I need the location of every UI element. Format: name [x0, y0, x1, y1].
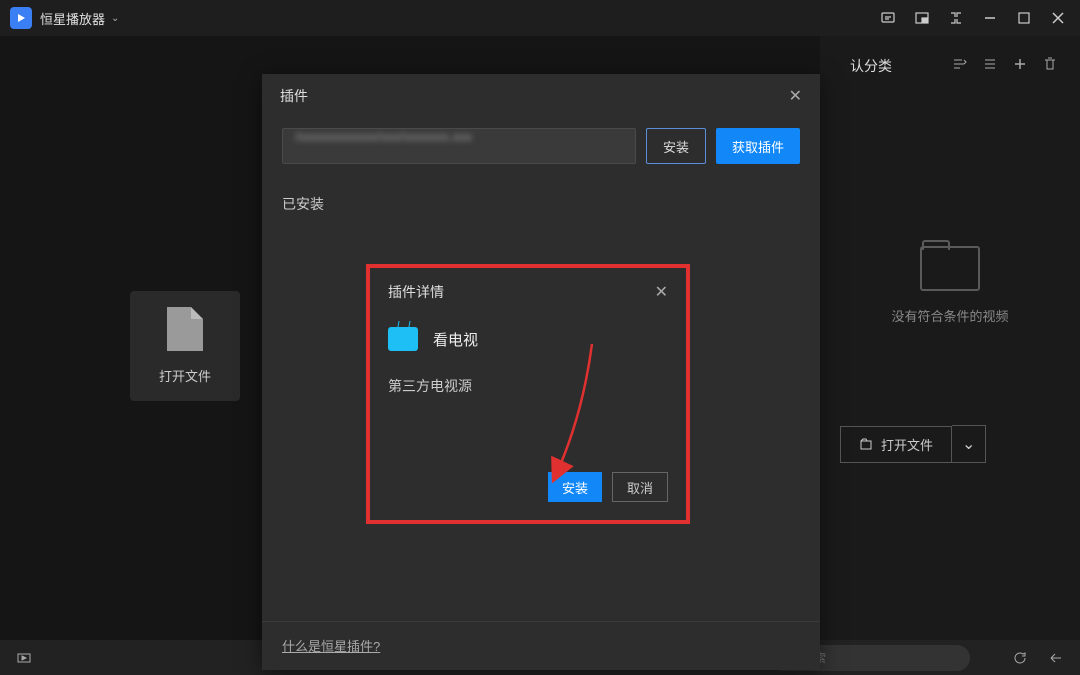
close-icon[interactable] [1046, 6, 1070, 30]
open-file-label: 打开文件 [159, 366, 211, 385]
open-file-button-group: 打开文件 ⌄ [840, 425, 1060, 463]
detail-close-icon[interactable]: ✕ [655, 282, 668, 302]
modal-close-icon[interactable]: ✕ [789, 86, 802, 106]
plugin-modal: 插件 ✕ /xxxxxxxxxxxx/xxx/xxxxxxx.xxx 安装 获取… [262, 74, 820, 670]
delete-icon[interactable] [1042, 56, 1060, 74]
detail-title: 插件详情 [388, 282, 444, 302]
compact-icon[interactable] [944, 6, 968, 30]
app-title: 恒星播放器 [40, 9, 105, 28]
plugin-name: 看电视 [433, 329, 478, 350]
pip-icon[interactable] [910, 6, 934, 30]
folder-icon [920, 246, 980, 291]
minimize-icon[interactable] [978, 6, 1002, 30]
app-dropdown-icon[interactable]: ⌄ [111, 13, 119, 24]
open-file-dropdown[interactable]: ⌄ [952, 425, 986, 463]
feedback-icon[interactable] [876, 6, 900, 30]
right-panel: 认分类 没有符合条件的视频 打开文件 ⌄ [820, 36, 1080, 640]
open-file-tile[interactable]: 打开文件 [130, 291, 240, 401]
add-icon[interactable] [1012, 56, 1030, 74]
file-icon [167, 307, 203, 351]
titlebar: 恒星播放器 ⌄ [0, 0, 1080, 36]
open-file-button[interactable]: 打开文件 [840, 426, 952, 463]
plugin-detail-dialog: 插件详情 ✕ 看电视 第三方电视源 安装 取消 [366, 264, 690, 524]
expand-icon[interactable] [1047, 649, 1065, 667]
main-area: 打开文件 认分类 没有符合条件的视频 打开文件 ⌄ 插件 ✕ /xxxxxxxx… [0, 36, 1080, 640]
open-file-button-label: 打开文件 [881, 435, 933, 454]
list-icon[interactable] [982, 56, 1000, 74]
plugin-path-input[interactable]: /xxxxxxxxxxxx/xxx/xxxxxxx.xxx [282, 128, 636, 164]
installed-section-label: 已安装 [262, 174, 820, 224]
refresh-icon[interactable] [1011, 649, 1029, 667]
sort-icon[interactable] [952, 56, 970, 74]
tv-icon [388, 327, 418, 351]
playback-mode-icon[interactable] [15, 649, 33, 667]
empty-placeholder: 没有符合条件的视频 [840, 246, 1060, 325]
plugin-description: 第三方电视源 [388, 376, 668, 396]
install-path-button[interactable]: 安装 [646, 128, 706, 164]
detail-cancel-button[interactable]: 取消 [612, 472, 668, 502]
footer-help-link[interactable]: 什么是恒星插件? [282, 639, 380, 654]
maximize-icon[interactable] [1012, 6, 1036, 30]
modal-title: 插件 [280, 86, 308, 106]
app-logo [10, 7, 32, 29]
empty-text: 没有符合条件的视频 [891, 306, 1008, 325]
detail-install-button[interactable]: 安装 [548, 472, 602, 502]
search-input[interactable] [802, 651, 958, 665]
get-plugin-button[interactable]: 获取插件 [716, 128, 800, 164]
